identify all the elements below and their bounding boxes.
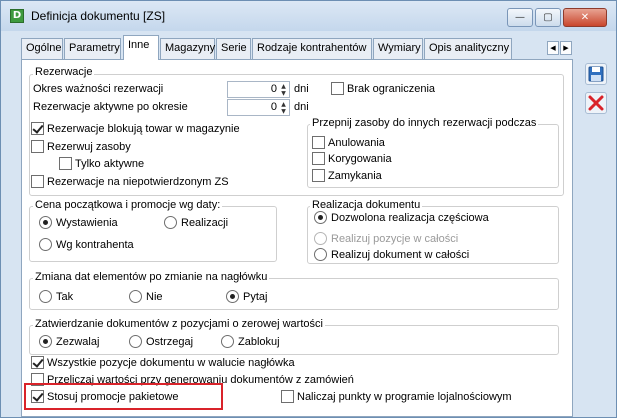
reservations-title: Rezerwacje [33, 66, 95, 78]
zero-allow-radio[interactable] [39, 335, 52, 348]
price-issue-label: Wystawienia [56, 217, 118, 229]
whole-doc-radio[interactable] [314, 248, 327, 261]
zero-warn-radio[interactable] [129, 335, 142, 348]
price-issue-radio[interactable] [39, 216, 52, 229]
header-currency-label: Wszystkie pozycje dokumentu w walucie na… [47, 357, 295, 369]
validity-unit: dni [294, 83, 309, 95]
title-bar[interactable]: D Definicja dokumentu [ZS] — ▢ ✕ [1, 1, 616, 31]
partial-realization-label: Dozwolona realizacja częściowa [331, 212, 489, 224]
loyalty-label: Naliczaj punkty w programie lojalnościow… [297, 391, 512, 403]
maximize-button[interactable]: ▢ [535, 8, 561, 27]
validity-value: 0 [270, 83, 277, 95]
price-contractor-label: Wg kontrahenta [56, 239, 134, 251]
no-limit-label: Brak ograniczenia [347, 83, 436, 95]
minimize-button[interactable]: — [507, 8, 533, 27]
active-after-input[interactable]: 0 ▲ ▼ [227, 99, 290, 116]
tab-ogolne[interactable]: Ogólne [21, 38, 63, 59]
save-button[interactable] [585, 63, 607, 85]
date-change-yes-radio[interactable] [39, 290, 52, 303]
document-app-icon: D [10, 9, 24, 23]
tab-scroll-right-icon[interactable]: ▶ [560, 41, 572, 55]
date-change-ask-radio[interactable] [226, 290, 239, 303]
price-contractor-radio[interactable] [39, 238, 52, 251]
reassign-title: Przepnij zasoby do innych rezerwacji pod… [310, 117, 539, 129]
loyalty-checkbox[interactable] [281, 390, 294, 403]
date-change-no-radio[interactable] [129, 290, 142, 303]
date-change-no-label: Nie [146, 291, 163, 303]
price-realization-label: Realizacji [181, 217, 229, 229]
zero-block-label: Zablokuj [238, 336, 280, 348]
zero-value-title: Zatwierdzanie dokumentów z pozycjami o z… [33, 318, 325, 330]
only-active-checkbox[interactable] [59, 157, 72, 170]
active-after-unit: dni [294, 101, 309, 113]
tab-panel-inne: Rezerwacje Okres ważności rezerwacji 0 ▲… [21, 59, 573, 417]
reassign-correct-label: Korygowania [328, 153, 392, 165]
unconfirmed-label: Rezerwacje na niepotwierdzonym ZS [47, 176, 229, 188]
reserve-resources-checkbox[interactable] [31, 140, 44, 153]
partial-realization-radio[interactable] [314, 211, 327, 224]
validity-label: Okres ważności rezerwacji [33, 83, 164, 95]
only-active-label: Tylko aktywne [75, 158, 145, 170]
spin-down-icon[interactable]: ▼ [279, 90, 288, 97]
reassign-cancel-checkbox[interactable] [312, 136, 325, 149]
document-definition-window: D Definicja dokumentu [ZS] — ▢ ✕ Ogólne … [0, 0, 617, 418]
validity-input[interactable]: 0 ▲ ▼ [227, 81, 290, 98]
tab-inne[interactable]: Inne [123, 35, 159, 60]
reassign-cancel-label: Anulowania [328, 137, 385, 149]
realization-title: Realizacja dokumentu [310, 199, 423, 211]
active-after-label: Rezerwacje aktywne po okresie [33, 101, 188, 113]
window-title: Definicja dokumentu [ZS] [31, 9, 166, 23]
spin-down-icon[interactable]: ▼ [279, 108, 288, 115]
price-date-group [29, 206, 277, 262]
whole-item-radio[interactable] [314, 232, 327, 245]
tab-serie[interactable]: Serie [216, 38, 251, 59]
save-icon [588, 66, 604, 82]
no-limit-checkbox[interactable] [331, 82, 344, 95]
tab-opis-analityczny[interactable]: Opis analityczny [424, 38, 512, 59]
block-goods-label: Rezerwacje blokują towar w magazynie [47, 123, 240, 135]
tab-rodzaje-kontrahentow[interactable]: Rodzaje kontrahentów [252, 38, 372, 59]
cancel-button[interactable] [585, 92, 607, 114]
reassign-close-label: Zamykania [328, 170, 382, 182]
zero-block-radio[interactable] [221, 335, 234, 348]
tab-parametry[interactable]: Parametry [64, 38, 121, 59]
whole-item-label: Realizuj pozycje w całości [331, 233, 459, 245]
unconfirmed-checkbox[interactable] [31, 175, 44, 188]
zero-warn-label: Ostrzegaj [146, 336, 194, 348]
date-change-yes-label: Tak [56, 291, 74, 303]
zero-allow-label: Zezwalaj [56, 336, 100, 348]
tab-scroll-left-icon[interactable]: ◀ [547, 41, 559, 55]
price-realization-radio[interactable] [164, 216, 177, 229]
close-button[interactable]: ✕ [563, 8, 607, 27]
cancel-icon [588, 95, 604, 111]
whole-doc-label: Realizuj dokument w całości [331, 249, 470, 261]
block-goods-checkbox[interactable] [31, 122, 44, 135]
date-change-ask-label: Pytaj [243, 291, 268, 303]
tab-magazyny[interactable]: Magazyny [160, 38, 215, 59]
reserve-resources-label: Rezerwuj zasoby [47, 141, 131, 153]
price-date-title: Cena początkowa i promocje wg daty: [33, 199, 223, 211]
reassign-correct-checkbox[interactable] [312, 152, 325, 165]
spin-up-icon[interactable]: ▲ [279, 101, 288, 108]
spin-up-icon[interactable]: ▲ [279, 83, 288, 90]
tab-wymiary[interactable]: Wymiary [373, 38, 423, 59]
active-after-value: 0 [270, 101, 277, 113]
reassign-close-checkbox[interactable] [312, 169, 325, 182]
header-currency-checkbox[interactable] [31, 356, 44, 369]
package-promo-highlight [24, 383, 223, 410]
date-change-title: Zmiana dat elementów po zmianie na nagłó… [33, 271, 270, 283]
